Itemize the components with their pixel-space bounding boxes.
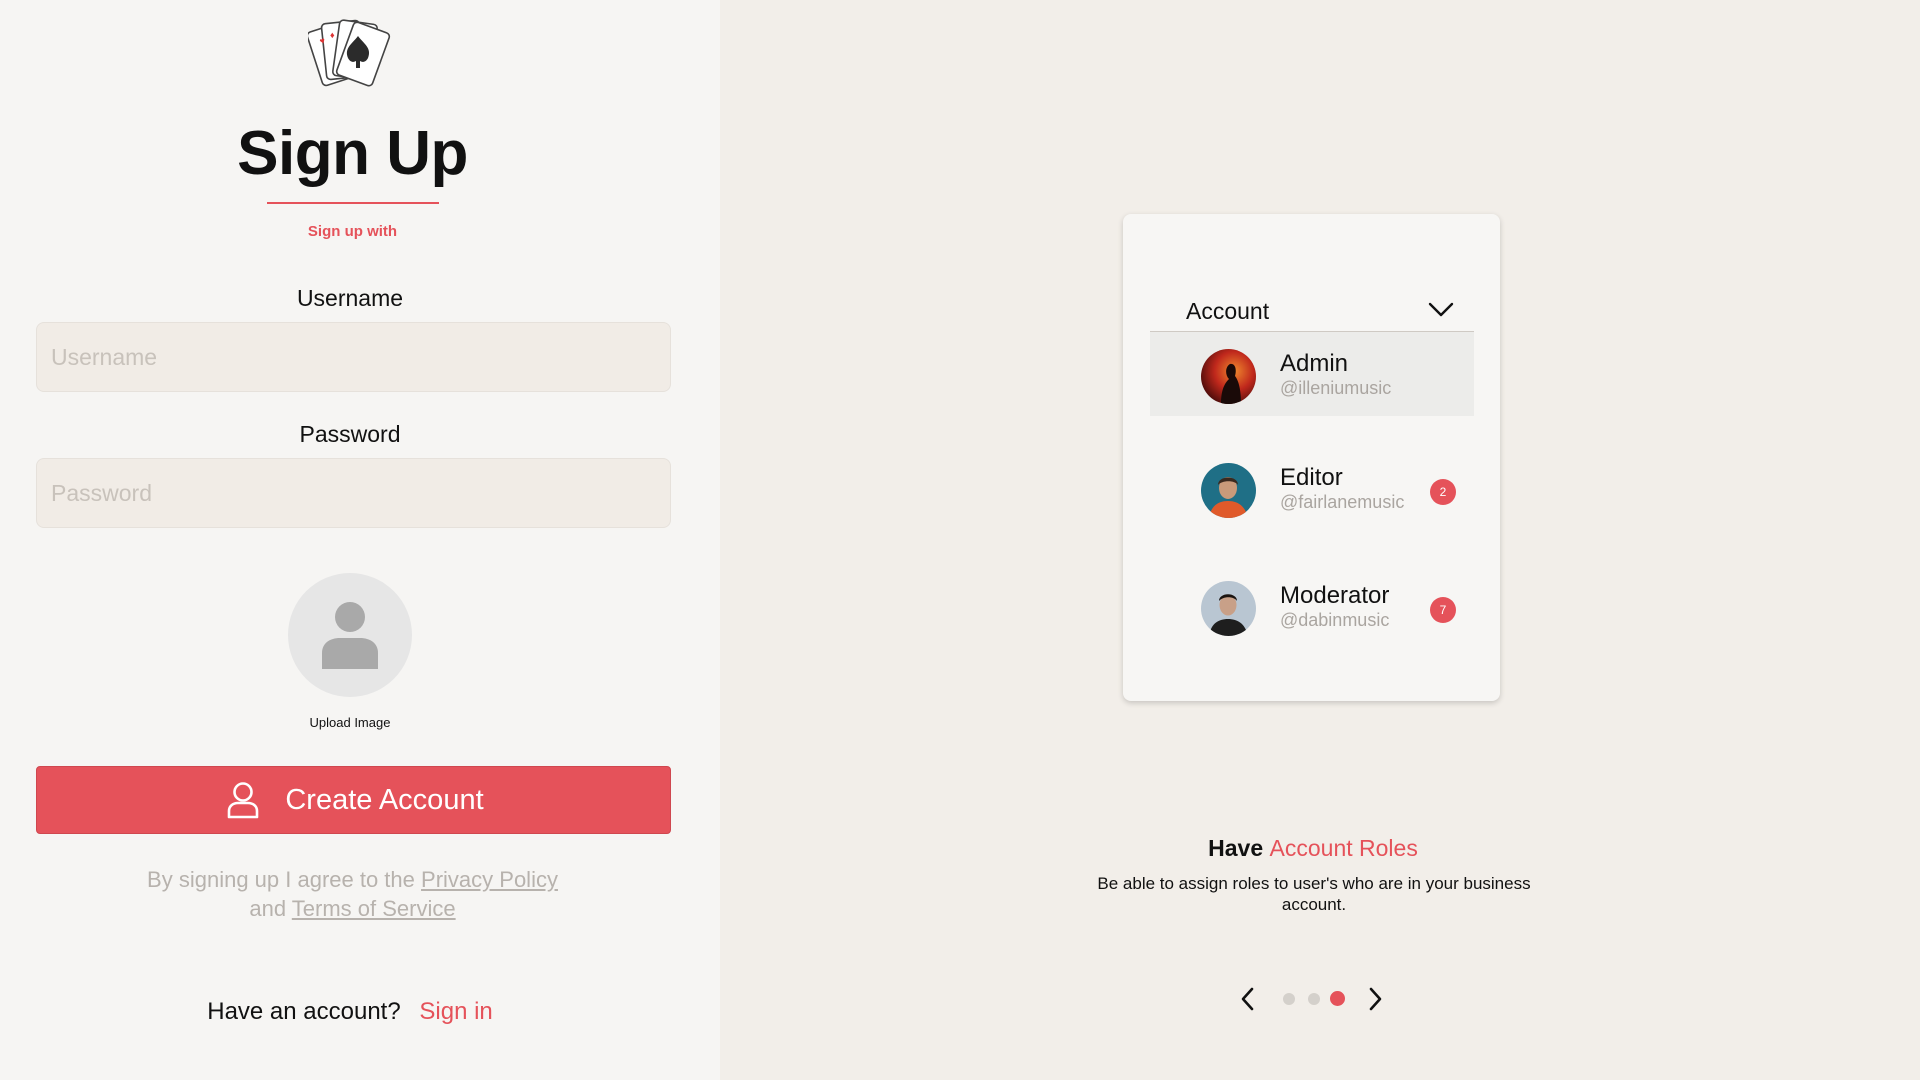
chevron-down-icon (1428, 302, 1454, 317)
avatar (1201, 463, 1256, 518)
role-item-moderator[interactable]: Moderator @dabinmusic 7 (1150, 564, 1474, 648)
signup-panel: ♥ ♦ Sign Up Sign up with Username Passwo… (0, 0, 720, 1080)
signin-row: Have an account? Sign in (0, 998, 700, 1026)
avatar (1201, 581, 1256, 636)
feature-description: Be able to assign roles to user's who ar… (1097, 874, 1531, 914)
account-dropdown-label: Account (1186, 298, 1270, 324)
terms-and: and (249, 896, 287, 921)
feature-title: Have Account Roles (720, 835, 1906, 862)
role-handle: @dabinmusic (1280, 610, 1390, 630)
notification-badge: 2 (1430, 479, 1456, 505)
username-label: Username (296, 285, 404, 311)
svg-text:♦: ♦ (330, 30, 335, 40)
role-name: Editor (1280, 464, 1343, 491)
role-item-admin[interactable]: Admin @illeniumusic (1150, 332, 1474, 416)
role-name: Admin (1280, 350, 1349, 377)
arrow-left-icon[interactable] (1238, 985, 1256, 1013)
avatar (1201, 349, 1256, 404)
page-title: Sign Up (237, 119, 468, 188)
role-handle: @fairlanemusic (1280, 492, 1405, 512)
terms-text: By signing up I agree to the Privacy Pol… (0, 865, 705, 923)
terms-of-service-link[interactable]: Terms of Service (292, 896, 456, 921)
role-name: Moderator (1280, 582, 1390, 609)
user-outline-icon (228, 782, 259, 819)
upload-image-label: Upload Image (309, 715, 391, 730)
privacy-policy-link[interactable]: Privacy Policy (421, 867, 558, 892)
account-roles-card: Account Admin @illeniumusic Editor @fair (1123, 214, 1500, 701)
password-input[interactable] (36, 458, 671, 528)
feature-preview-panel: Account Admin @illeniumusic Editor @fair (720, 0, 1920, 1080)
password-label: Password (299, 421, 401, 447)
role-handle: @illeniumusic (1280, 378, 1392, 398)
carousel-dot-3[interactable] (1330, 991, 1345, 1006)
carousel-dot-2[interactable] (1308, 993, 1320, 1005)
sign-in-link[interactable]: Sign in (419, 998, 492, 1025)
upload-image-button[interactable] (288, 573, 412, 697)
carousel-dot-1[interactable] (1283, 993, 1295, 1005)
feature-title-prefix: Have (1208, 835, 1264, 861)
signup-with-label: Sign up with (307, 223, 398, 240)
feature-title-accent: Account Roles (1269, 835, 1418, 861)
create-account-label: Create Account (285, 783, 484, 816)
account-dropdown[interactable]: Account (1150, 278, 1474, 332)
title-underline (267, 202, 439, 204)
create-account-button[interactable]: Create Account (36, 766, 671, 834)
user-placeholder-icon (322, 602, 378, 669)
username-input[interactable] (36, 322, 671, 392)
role-item-editor[interactable]: Editor @fairlanemusic 2 (1150, 446, 1474, 530)
notification-badge: 7 (1430, 597, 1456, 623)
playing-cards-logo: ♥ ♦ (308, 19, 391, 87)
arrow-right-icon[interactable] (1367, 985, 1385, 1013)
terms-prefix: By signing up I agree to the (147, 867, 415, 892)
have-account-text: Have an account? (207, 998, 401, 1025)
